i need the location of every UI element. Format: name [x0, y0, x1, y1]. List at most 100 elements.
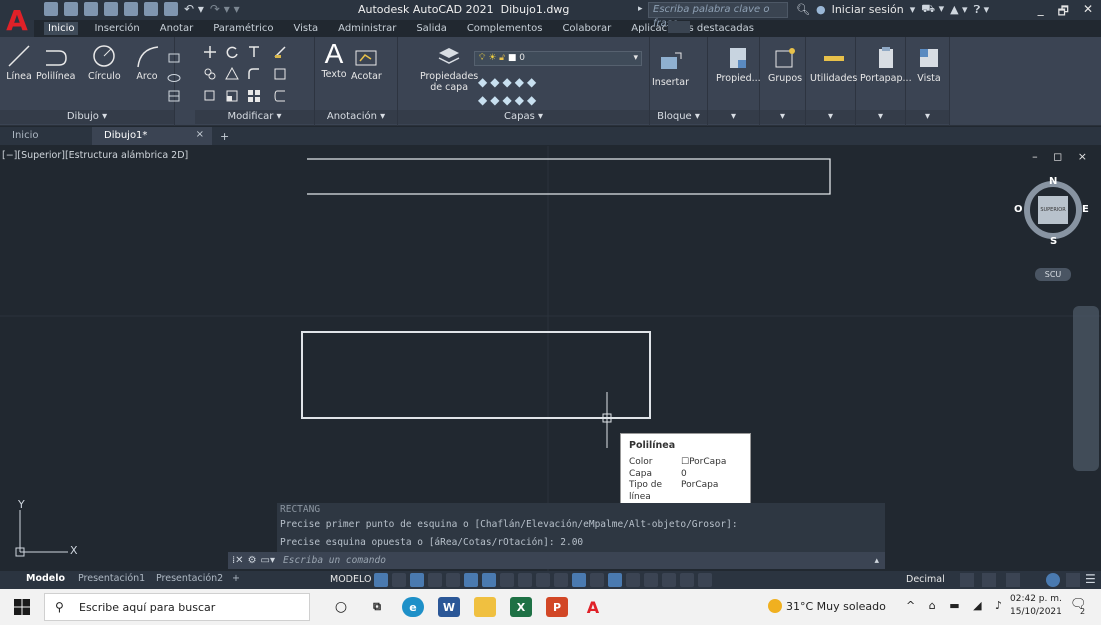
- system-tray-icons[interactable]: ^ ⌂ ▬ ◢ ♪: [906, 599, 1007, 612]
- polar-icon[interactable]: [428, 573, 442, 587]
- model-space-toggle[interactable]: MODELO: [330, 574, 371, 585]
- viewport-window-controls[interactable]: – ◻ ×: [1032, 150, 1093, 163]
- scale-icon[interactable]: [225, 89, 239, 103]
- isolate-objects-icon[interactable]: [1006, 573, 1020, 587]
- units-dropdown[interactable]: Decimal: [906, 574, 945, 585]
- explode-icon[interactable]: [273, 67, 287, 81]
- object-snap-icon[interactable]: [482, 573, 496, 587]
- command-line[interactable]: ⁞✕ ⚙ ▭▾ Escriba un comando ▴: [228, 552, 885, 569]
- vista-button[interactable]: Vista: [914, 43, 944, 84]
- compass-e[interactable]: E: [1082, 204, 1089, 215]
- layout-tab-modelo[interactable]: Modelo: [26, 573, 65, 584]
- move-icon[interactable]: [203, 45, 217, 59]
- navigation-bar[interactable]: [1073, 306, 1099, 471]
- acotar-button[interactable]: Acotar: [351, 41, 382, 82]
- trim-icon[interactable]: [247, 45, 261, 59]
- grid-icon[interactable]: [374, 573, 388, 587]
- hatch-icon[interactable]: [167, 89, 181, 103]
- cart-icon[interactable]: ⛟ ▾: [921, 2, 944, 17]
- layer-tool-icon[interactable]: ◆: [502, 75, 514, 89]
- recent-commands-icon[interactable]: ▭▾: [261, 555, 275, 566]
- autocad-logo-icon[interactable]: A: [0, 0, 34, 40]
- array-icon[interactable]: [247, 89, 261, 103]
- snap-icon[interactable]: [392, 573, 406, 587]
- layer-tool-icon[interactable]: ◆: [490, 93, 502, 107]
- chevron-down-icon[interactable]: ▾: [910, 3, 916, 16]
- powerpoint-icon[interactable]: P: [546, 597, 568, 617]
- panel-title-vista[interactable]: ▾: [906, 110, 949, 124]
- chevron-up-icon[interactable]: ▴: [874, 556, 879, 566]
- layer-tool-icon[interactable]: ◆: [515, 75, 527, 89]
- tab-inicio[interactable]: Inicio: [44, 21, 79, 35]
- doc-tab-inicio[interactable]: Inicio: [0, 127, 92, 145]
- panel-title-modificar[interactable]: Modificar ▾: [195, 110, 314, 124]
- linea-button[interactable]: Línea: [4, 41, 34, 82]
- lineweight-icon[interactable]: [500, 573, 514, 587]
- panel-title-bloque[interactable]: Bloque ▾: [650, 110, 707, 124]
- panel-title-dibujo[interactable]: Dibujo ▾: [0, 110, 174, 124]
- texto-button[interactable]: A Texto: [319, 38, 349, 80]
- viewcube-face[interactable]: SUPERIOR: [1038, 207, 1068, 213]
- minimize-icon[interactable]: _: [1038, 2, 1044, 23]
- search-expand-icon[interactable]: ▸: [638, 4, 643, 14]
- ellipse-icon[interactable]: [167, 71, 181, 85]
- ribbon-options-button[interactable]: [668, 21, 690, 33]
- layer-tool-icon[interactable]: ◆: [478, 93, 490, 107]
- panel-title-propiedades[interactable]: ▾: [708, 110, 759, 124]
- drawing-viewport[interactable]: [−][Superior][Estructura alámbrica 2D] –…: [0, 146, 1101, 571]
- search-icon[interactable]: 🔍︎: [796, 3, 810, 16]
- isodraft-icon[interactable]: [446, 573, 460, 587]
- command-input[interactable]: Escriba un comando: [283, 555, 386, 566]
- taskbar-clock[interactable]: 02:42 p. m. 15/10/2021: [1010, 593, 1062, 619]
- save-icon[interactable]: [84, 2, 98, 16]
- plus-icon[interactable]: [698, 573, 712, 587]
- weather-icon[interactable]: [768, 599, 782, 613]
- customize-icon[interactable]: ⚙: [248, 555, 257, 566]
- layer-tool-icon[interactable]: ◆: [515, 93, 527, 107]
- close-icon[interactable]: ✕: [1083, 2, 1093, 23]
- customization-icon[interactable]: ☰: [1085, 572, 1096, 586]
- weather-text[interactable]: 31°C Muy soleado: [786, 600, 886, 613]
- copy-icon[interactable]: [203, 67, 217, 81]
- propiedades-button[interactable]: Propied...: [716, 43, 761, 84]
- layer-tool-icon[interactable]: ◆: [478, 75, 490, 89]
- tab-anotar[interactable]: Anotar: [156, 22, 197, 35]
- polilinea-button[interactable]: Polilínea: [36, 41, 75, 82]
- annotation-scale-icon[interactable]: [662, 573, 676, 587]
- edge-icon[interactable]: e: [402, 597, 424, 617]
- tab-insercion[interactable]: Inserción: [90, 22, 143, 35]
- propiedades-capa-button[interactable]: Propiedades de capa: [420, 41, 478, 93]
- 3d-osnap-icon[interactable]: [554, 573, 568, 587]
- autodesk-icon[interactable]: ▲ ▾: [950, 3, 967, 16]
- taskbar-search[interactable]: ⚲ Escribe aquí para buscar: [44, 593, 310, 621]
- search-input[interactable]: Escriba palabra clave o frase: [648, 2, 788, 29]
- print-icon[interactable]: [164, 2, 178, 16]
- save-as-icon[interactable]: [104, 2, 118, 16]
- stretch-icon[interactable]: [203, 89, 217, 103]
- selection-cycling-icon[interactable]: [536, 573, 550, 587]
- close-tab-icon[interactable]: ×: [196, 129, 204, 140]
- graphics-performance-icon[interactable]: [1046, 573, 1060, 587]
- restore-icon[interactable]: 🗗︎: [1058, 2, 1069, 23]
- task-view-icon[interactable]: ⧉: [366, 597, 388, 617]
- layer-tool-icon[interactable]: ◆: [490, 75, 502, 89]
- redo-icon[interactable]: ↷ ▾ ▾: [210, 2, 240, 16]
- circulo-button[interactable]: Círculo: [88, 41, 121, 82]
- viewcube[interactable]: N S E O SUPERIOR: [1014, 172, 1089, 262]
- gizmo-icon[interactable]: [608, 573, 622, 587]
- tab-salida[interactable]: Salida: [412, 22, 451, 35]
- layer-tool-icon[interactable]: ◆: [527, 93, 539, 107]
- tab-vista[interactable]: Vista: [290, 22, 323, 35]
- layout-tab-presentacion2[interactable]: Presentación2: [156, 573, 223, 584]
- selection-filter-icon[interactable]: [590, 573, 604, 587]
- tab-complementos[interactable]: Complementos: [463, 22, 547, 35]
- panel-title-portapapeles[interactable]: ▾: [856, 110, 905, 124]
- erase-icon[interactable]: [273, 45, 287, 59]
- ortho-icon[interactable]: [410, 573, 424, 587]
- mirror-icon[interactable]: [225, 67, 239, 81]
- doc-tab-dibujo1[interactable]: Dibujo1* ×: [92, 127, 212, 145]
- close-command-icon[interactable]: ⁞✕: [232, 555, 244, 566]
- autocad-taskbar-icon[interactable]: A: [582, 597, 604, 617]
- clean-screen-icon[interactable]: [1066, 573, 1080, 587]
- layout-tab-presentacion1[interactable]: Presentación1: [78, 573, 145, 584]
